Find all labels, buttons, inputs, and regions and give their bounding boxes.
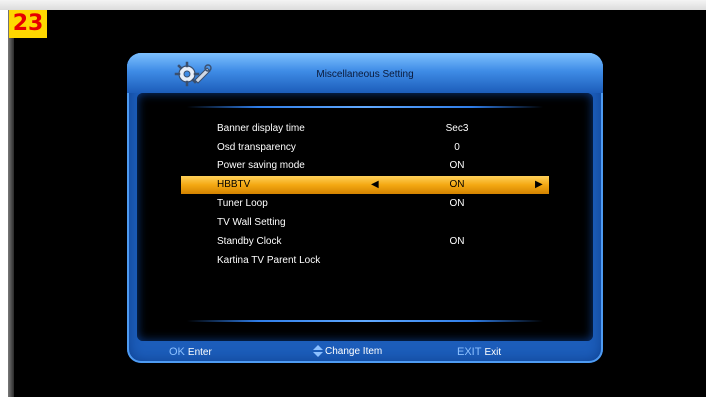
top-divider: [187, 106, 543, 108]
menu-item-standby-clock[interactable]: Standby Clock ON: [137, 233, 593, 251]
menu-item-tuner-loop[interactable]: Tuner Loop ON: [137, 195, 593, 213]
item-label: Standby Clock: [217, 236, 282, 247]
item-label: HBBTV: [217, 179, 251, 190]
item-value: Sec3: [445, 123, 469, 134]
bottom-divider: [187, 320, 543, 322]
up-down-arrows-icon: [313, 345, 323, 358]
menu-item-power-saving-mode[interactable]: Power saving mode ON: [137, 157, 593, 175]
item-value: ON: [449, 236, 465, 247]
window-left-strip: [0, 10, 14, 397]
item-label: Osd transparency: [217, 142, 296, 153]
item-value: ON: [449, 160, 465, 171]
item-label: Banner display time: [217, 123, 305, 134]
item-label: Tuner Loop: [217, 198, 268, 209]
change-item-label: Change Item: [325, 346, 383, 357]
item-value: 0: [454, 142, 460, 153]
triangle-left-icon[interactable]: ◀: [371, 176, 379, 194]
exit-hint[interactable]: EXIT Exit: [457, 341, 501, 364]
triangle-right-icon[interactable]: ▶: [535, 176, 543, 194]
menu-item-tv-wall-setting[interactable]: TV Wall Setting: [137, 214, 593, 232]
menu-item-hbbtv[interactable]: HBBTV ◀ ON ▶: [181, 176, 549, 194]
exit-key-label: EXIT: [457, 346, 482, 358]
menu-title: Miscellaneous Setting: [316, 69, 414, 80]
ok-enter-hint[interactable]: OK Enter: [169, 341, 212, 364]
menu-item-osd-transparency[interactable]: Osd transparency 0: [137, 139, 593, 157]
exit-label: Exit: [484, 347, 502, 358]
settings-menu: Miscellaneous Setting Banner display tim…: [127, 53, 603, 363]
item-value: ON: [449, 198, 465, 209]
menu-item-kartina-tv-parent-lock[interactable]: Kartina TV Parent Lock: [137, 252, 593, 270]
menu-header: Miscellaneous Setting: [127, 53, 603, 93]
menu-item-banner-display-time[interactable]: Banner display time Sec3: [137, 120, 593, 138]
item-label: Power saving mode: [217, 160, 305, 171]
item-label: TV Wall Setting: [217, 217, 286, 228]
enter-label: Enter: [187, 347, 212, 358]
step-badge: 23: [9, 10, 47, 38]
change-item-hint[interactable]: Change Item: [313, 341, 382, 363]
item-value: ON: [449, 179, 465, 190]
ok-key-label: OK: [169, 346, 185, 358]
settings-list: Banner display time Sec3 Osd transparenc…: [137, 93, 593, 341]
item-label: Kartina TV Parent Lock: [217, 255, 321, 266]
key-hint-bar: OK Enter Change Item EXIT Exit: [127, 341, 603, 363]
